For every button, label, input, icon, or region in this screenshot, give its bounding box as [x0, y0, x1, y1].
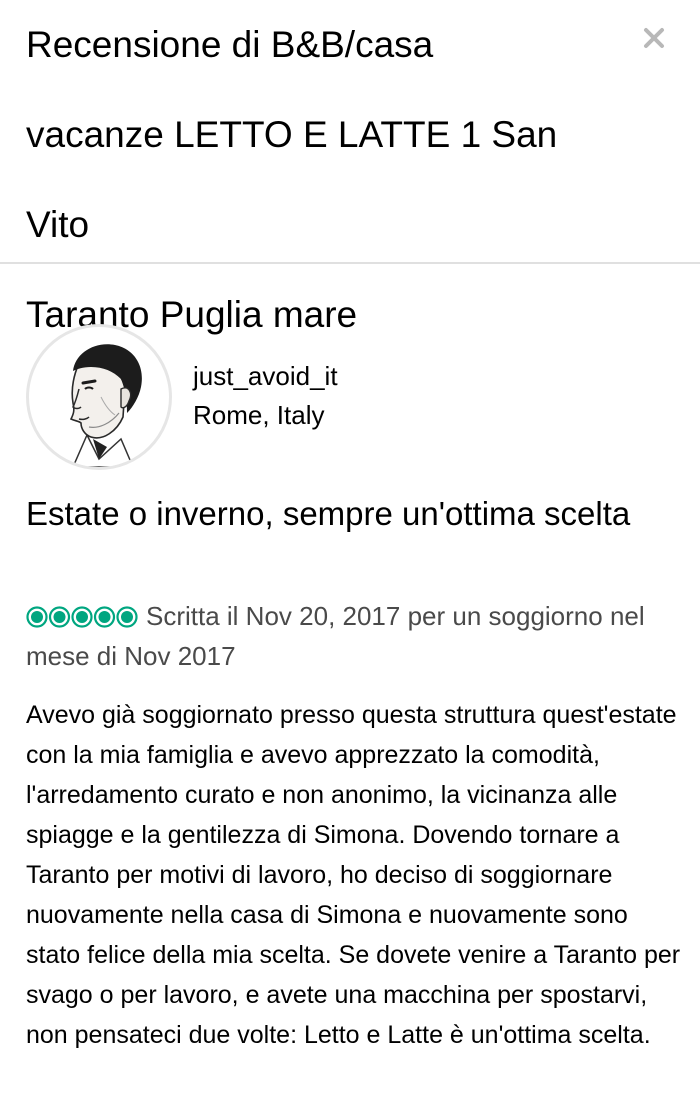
rating-bubble-fill: [98, 611, 111, 623]
rating-bubble-fill: [53, 611, 66, 623]
rating-line: Scritta il Nov 20, 2017 per un soggiorno…: [26, 596, 676, 676]
rating-bubble-fill: [31, 611, 43, 623]
review-title: Estate o inverno, sempre un'ottima scelt…: [26, 495, 631, 532]
close-icon: [644, 28, 664, 48]
review-card: just_avoid_it Rome, Italy Estate o inver…: [0, 264, 700, 1100]
reviewer-username[interactable]: just_avoid_it: [193, 360, 338, 392]
review-body: Avevo già soggiornato presso questa stru…: [26, 701, 681, 1049]
review-header: Recensione di B&B/casa vacanze LETTO E L…: [0, 0, 700, 335]
avatar[interactable]: [26, 324, 172, 470]
avatar-portrait-icon: [69, 344, 142, 467]
rating-bubble-fill: [76, 611, 88, 623]
reviewer-location: Rome, Italy: [193, 400, 325, 430]
close-button[interactable]: [636, 20, 672, 56]
rating-bubble-fill: [121, 611, 133, 623]
rating-bubbles-icon: [26, 606, 138, 628]
